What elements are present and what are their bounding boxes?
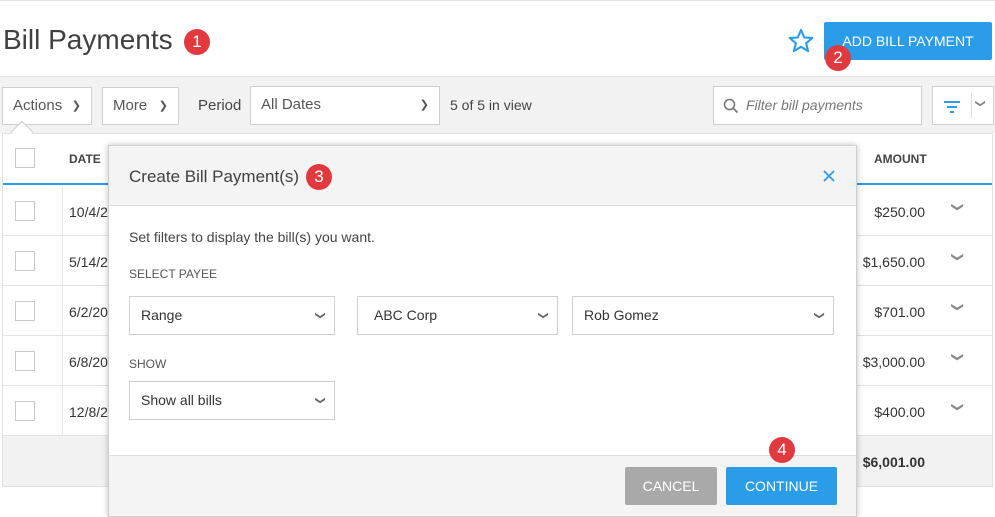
chevron-down-icon[interactable]: ❯ — [951, 402, 965, 412]
dialog-description: Set filters to display the bill(s) you w… — [129, 229, 375, 245]
search-icon — [723, 98, 739, 114]
row-date: 10/4/2 — [69, 204, 108, 220]
create-bill-payment-dialog: Create Bill Payment(s) 3 Set filters to … — [108, 145, 857, 517]
chevron-down-icon: ❯ — [813, 311, 825, 320]
actions-label: Actions — [13, 97, 63, 114]
chevron-down-icon: ❯ — [71, 100, 81, 112]
select-payee-label: SELECT PAYEE — [129, 267, 218, 281]
star-icon[interactable] — [787, 27, 815, 55]
row-amount: $1,650.00 — [862, 254, 925, 270]
search-input[interactable]: Filter bill payments — [713, 86, 922, 125]
show-value: Show all bills — [141, 392, 222, 408]
row-checkbox[interactable] — [15, 301, 35, 321]
callout-1: 1 — [184, 29, 210, 55]
row-amount: $701.00 — [874, 304, 925, 320]
row-amount: $3,000.00 — [862, 354, 925, 370]
row-amount: $400.00 — [874, 404, 925, 420]
chevron-down-icon: ❯ — [158, 100, 168, 112]
row-checkbox[interactable] — [15, 201, 35, 221]
column-divider — [62, 186, 63, 236]
chevron-down-icon: ❯ — [314, 396, 326, 405]
period-select[interactable]: All Dates ❯ — [250, 86, 440, 125]
cancel-button[interactable]: CANCEL — [625, 467, 717, 505]
more-label: More — [113, 97, 148, 114]
period-label: Period — [198, 97, 242, 114]
chevron-down-icon[interactable]: ❯ — [975, 99, 986, 107]
chevron-down-icon[interactable]: ❯ — [951, 252, 965, 262]
payee-to-select[interactable]: Rob Gomez ❯ — [572, 296, 834, 335]
chevron-down-icon[interactable]: ❯ — [951, 302, 965, 312]
row-date: 6/2/20 — [69, 304, 108, 320]
column-divider — [62, 386, 63, 436]
more-dropdown[interactable]: More ❯ — [102, 87, 179, 125]
top-divider — [0, 0, 995, 4]
total-amount: $6,001.00 — [862, 454, 925, 470]
column-date: DATE — [69, 152, 101, 166]
column-divider — [62, 286, 63, 336]
select-all-checkbox[interactable] — [15, 148, 35, 168]
payee-range-select[interactable]: Range ❯ — [129, 296, 335, 335]
dialog-title: Create Bill Payment(s) — [129, 167, 300, 186]
chevron-down-icon[interactable]: ❯ — [951, 352, 965, 362]
chevron-down-icon[interactable]: ❯ — [951, 202, 965, 212]
row-checkbox[interactable] — [15, 351, 35, 371]
chevron-down-icon: ❯ — [419, 99, 429, 111]
payee-to-value: Rob Gomez — [584, 307, 659, 323]
page-title: Bill Payments — [3, 24, 173, 55]
actions-dropdown[interactable]: Actions ❯ — [2, 87, 92, 125]
show-select[interactable]: Show all bills ❯ — [129, 381, 335, 420]
show-label: SHOW — [129, 357, 167, 371]
column-divider — [62, 336, 63, 386]
callout-2: 2 — [825, 45, 851, 71]
callout-4: 4 — [769, 437, 795, 463]
row-date: 6/8/20 — [69, 354, 108, 370]
column-divider — [62, 236, 63, 286]
chevron-down-icon: ❯ — [537, 311, 549, 320]
payee-range-value: Range — [141, 307, 183, 323]
row-date: 5/14/2 — [69, 254, 108, 270]
row-checkbox[interactable] — [15, 251, 35, 271]
payee-from-value: ABC Corp — [374, 307, 438, 323]
search-placeholder: Filter bill payments — [746, 97, 863, 113]
filter-icon — [944, 101, 960, 113]
row-amount: $250.00 — [874, 204, 925, 220]
continue-button[interactable]: CONTINUE — [726, 467, 837, 505]
dialog-header: Create Bill Payment(s) — [109, 146, 856, 206]
column-amount: AMOUNT — [874, 152, 927, 166]
filter-divider — [971, 93, 972, 118]
row-date: 12/8/2 — [69, 404, 108, 420]
payee-from-select[interactable]: ABC Corp ❯ — [357, 296, 558, 335]
chevron-down-icon: ❯ — [314, 311, 326, 320]
row-checkbox[interactable] — [15, 401, 35, 421]
view-count: 5 of 5 in view — [450, 97, 532, 113]
callout-3: 3 — [306, 164, 332, 190]
close-icon[interactable] — [822, 169, 836, 183]
dialog-footer: CANCEL CONTINUE — [109, 455, 856, 516]
period-value: All Dates — [261, 96, 322, 113]
filter-button[interactable]: ❯ — [932, 86, 994, 125]
